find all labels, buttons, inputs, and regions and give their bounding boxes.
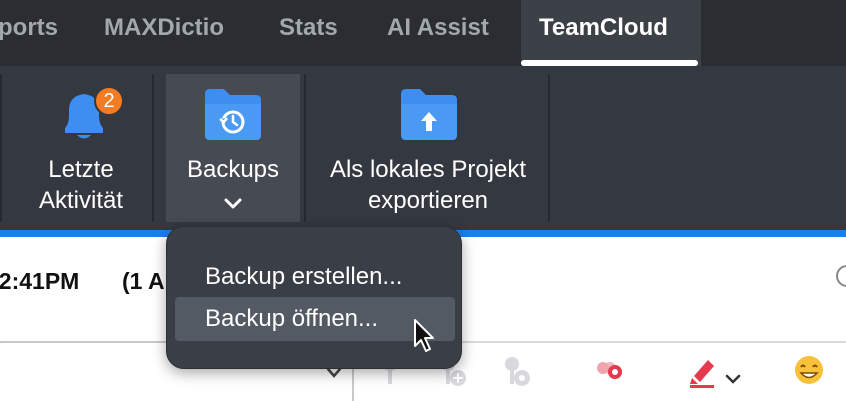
highlighter-icon[interactable] [688, 352, 718, 388]
mouse-cursor-icon [414, 319, 434, 352]
tab-reports[interactable]: ports [0, 0, 78, 66]
notification-badge: 2 [94, 86, 124, 116]
tab-stats[interactable]: Stats [279, 0, 338, 66]
backups-button[interactable]: Backups [166, 74, 300, 222]
tab-bar: ports MAXDictio Stats AI Assist TeamClou… [0, 0, 846, 66]
ribbon-separator [548, 74, 550, 222]
info-text: (1 A [122, 268, 165, 294]
ribbon-separator [0, 74, 2, 222]
export-label: Als lokales Projekt exportieren [329, 156, 527, 214]
chevron-down-icon [224, 198, 242, 209]
ribbon-separator [152, 74, 154, 222]
menu-item-backup-create[interactable]: Backup erstellen... [175, 255, 455, 299]
export-local-project-button[interactable]: Als lokales Projekt exportieren [308, 74, 548, 222]
folder-history-icon [205, 89, 261, 140]
tab-maxdictio[interactable]: MAXDictio [104, 0, 224, 66]
emoji-icon[interactable] [792, 352, 826, 388]
tab-teamcloud[interactable]: TeamCloud [521, 0, 701, 66]
tab-ai-assist[interactable]: AI Assist [387, 0, 489, 66]
timestamp-text: 02:41PM [0, 268, 80, 294]
ribbon-separator [304, 74, 306, 222]
recent-activity-label: Letzte Aktivität [38, 156, 124, 214]
backups-label: Backups [186, 156, 280, 183]
filter-codes-icon[interactable] [592, 352, 626, 388]
recent-activity-button[interactable]: 2 Letzte Aktivität [14, 74, 148, 222]
chevron-down-icon[interactable] [724, 362, 742, 398]
code-settings-icon[interactable] [500, 352, 534, 388]
folder-upload-icon [401, 89, 457, 140]
